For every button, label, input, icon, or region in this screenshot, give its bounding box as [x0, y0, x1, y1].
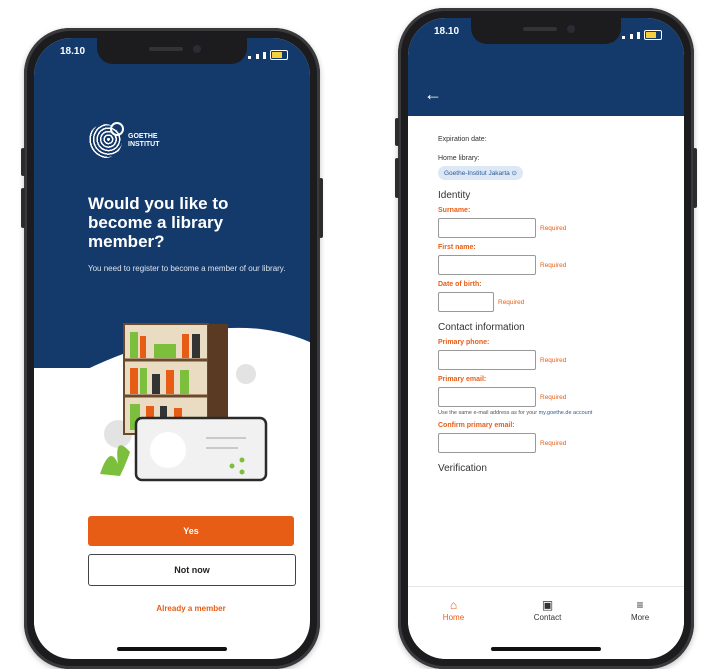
nav-home[interactable]: ⌂ Home [443, 599, 464, 622]
confirm-email-input[interactable] [438, 433, 536, 453]
verification-heading: Verification [438, 463, 487, 474]
home-indicator [491, 647, 601, 651]
dob-input[interactable] [438, 292, 494, 312]
registration-form: Expiration date: Home library: Goethe-In… [438, 130, 670, 478]
yes-button[interactable]: Yes [88, 516, 294, 546]
home-icon: ⌂ [449, 598, 458, 612]
page-title: Would you like to become a library membe… [88, 194, 229, 251]
dob-label: Date of birth: [438, 281, 482, 288]
phone-left: 18.10 GOETHE INSTITUT Would you like to … [21, 28, 323, 669]
identity-heading: Identity [438, 190, 471, 201]
phone-right: 18.10 ← Expiration date: Home library: G… [395, 8, 697, 669]
home-library-chip[interactable]: Goethe-Institut Jakarta ⊙ [438, 166, 524, 180]
nav-more[interactable]: ≡ More [631, 599, 649, 622]
required-text: Required [498, 298, 525, 306]
nav-contact[interactable]: ▣ Contact [534, 599, 562, 622]
primary-phone-input[interactable] [438, 350, 536, 370]
volume-button [21, 148, 25, 176]
menu-icon: ≡ [636, 598, 644, 612]
logo-line-1: GOETHE [128, 133, 158, 140]
home-library-label: Home library: [438, 155, 480, 162]
power-button [693, 148, 697, 208]
volume-button [395, 158, 399, 198]
nav-more-label: More [630, 613, 650, 622]
notch [97, 38, 247, 64]
status-time: 18.10 [434, 26, 460, 37]
first-name-label: First name: [438, 244, 476, 251]
home-indicator [117, 647, 227, 651]
required-text: Required [540, 356, 567, 364]
required-text: Required [540, 261, 567, 269]
required-text: Required [540, 439, 567, 447]
contact-heading: Contact information [438, 322, 525, 333]
primary-email-input[interactable] [438, 387, 536, 407]
page-subtitle: You need to register to become a member … [88, 264, 286, 273]
first-name-input[interactable] [438, 255, 536, 275]
required-text: Required [540, 224, 567, 232]
signal-icon [248, 46, 266, 64]
goethe-logo-icon [88, 122, 124, 158]
goethe-logo: GOETHE INSTITUT [88, 122, 160, 158]
screen-left: 18.10 GOETHE INSTITUT Would you like to … [34, 38, 310, 659]
confirm-email-label: Confirm primary email: [438, 422, 515, 429]
primary-phone-label: Primary phone: [438, 339, 490, 346]
surname-input[interactable] [438, 218, 536, 238]
notch [471, 18, 621, 44]
nav-contact-label: Contact [533, 613, 562, 622]
signal-icon [622, 26, 640, 44]
status-icons [248, 46, 288, 64]
nav-home-label: Home [442, 613, 465, 622]
contact-icon: ▣ [541, 598, 554, 612]
back-arrow-icon[interactable]: ← [424, 84, 442, 105]
volume-button [395, 118, 399, 146]
primary-email-label: Primary email: [438, 376, 487, 383]
power-button [319, 178, 323, 238]
logo-line-2: INSTITUT [128, 141, 160, 148]
status-time: 18.10 [60, 46, 86, 57]
email-hint-text: Use the same e-mail address as for your [438, 410, 538, 416]
surname-label: Surname: [438, 207, 471, 214]
volume-button [21, 188, 25, 228]
not-now-button[interactable]: Not now [88, 554, 296, 586]
email-hint-link[interactable]: my.goethe.de account [539, 410, 593, 416]
email-hint: Use the same e-mail address as for your … [438, 410, 670, 416]
library-illustration-icon [100, 323, 268, 482]
battery-icon [270, 50, 288, 60]
battery-icon [644, 30, 662, 40]
required-text: Required [540, 393, 567, 401]
screen-right: 18.10 ← Expiration date: Home library: G… [408, 18, 684, 659]
status-icons [622, 26, 662, 44]
already-member-link[interactable]: Already a member [88, 604, 294, 613]
expiration-label: Expiration date: [438, 136, 487, 143]
